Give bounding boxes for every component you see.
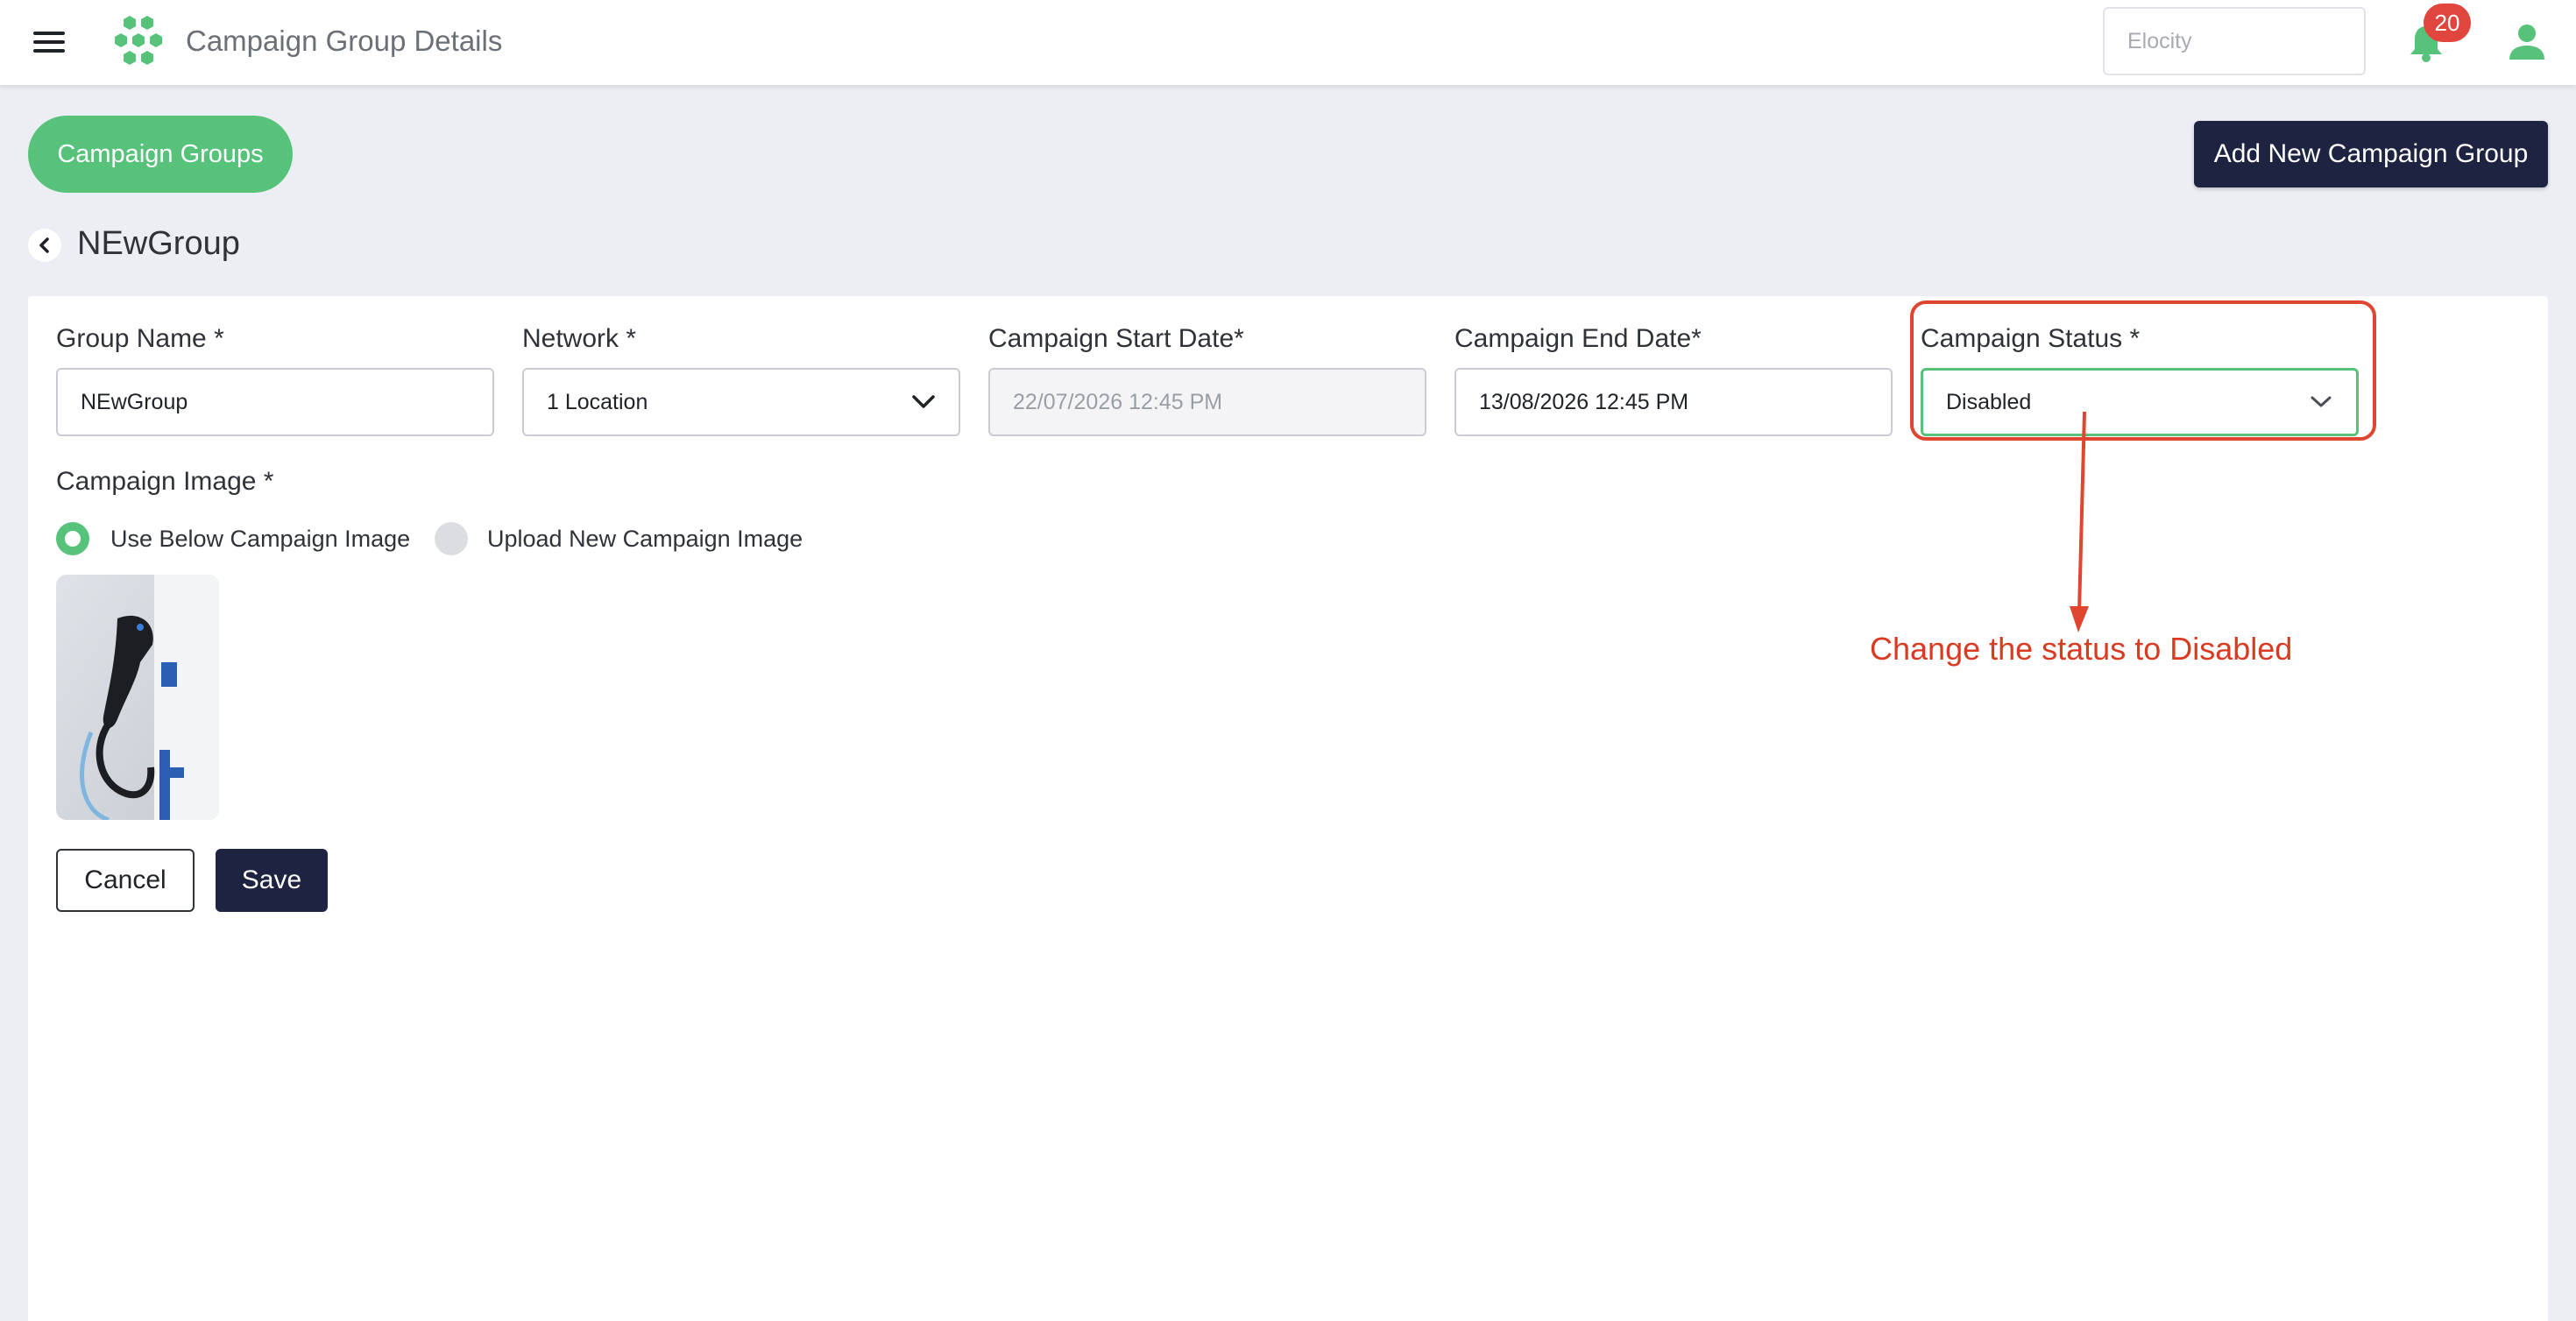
radio-upload-new-label[interactable]: Upload New Campaign Image bbox=[487, 526, 803, 553]
campaign-status-label: Campaign Status * bbox=[1921, 324, 2141, 353]
save-button[interactable]: Save bbox=[216, 849, 328, 912]
search-input[interactable] bbox=[2103, 7, 2366, 75]
network-select[interactable]: 1 Location bbox=[522, 368, 960, 436]
notification-badge[interactable]: 20 bbox=[2424, 4, 2471, 42]
hexagon-cluster-logo-icon bbox=[115, 16, 162, 65]
start-date-input bbox=[988, 368, 1426, 436]
campaign-image-thumbnail bbox=[56, 575, 219, 820]
user-icon[interactable] bbox=[2508, 23, 2546, 61]
page-title: NEwGroup bbox=[77, 225, 240, 262]
ev-charger-image bbox=[56, 575, 219, 820]
chevron-left-icon bbox=[39, 237, 49, 253]
app-title: Campaign Group Details bbox=[186, 25, 503, 57]
group-name-label: Group Name * bbox=[56, 324, 224, 353]
campaign-status-value: Disabled bbox=[1946, 389, 2032, 414]
start-date-label: Campaign Start Date* bbox=[988, 324, 1244, 353]
back-button[interactable] bbox=[28, 229, 61, 262]
radio-use-existing-label[interactable]: Use Below Campaign Image bbox=[110, 526, 410, 553]
annotation-text: Change the status to Disabled bbox=[1870, 631, 2293, 667]
chevron-down-icon bbox=[912, 395, 935, 408]
chevron-down-icon bbox=[2311, 396, 2332, 407]
network-label: Network * bbox=[522, 324, 637, 353]
top-bar: Campaign Group Details 20 bbox=[0, 0, 2576, 85]
add-new-campaign-group-button[interactable]: Add New Campaign Group bbox=[2194, 121, 2548, 187]
network-select-value: 1 Location bbox=[547, 389, 648, 414]
radio-use-existing-image[interactable] bbox=[56, 522, 89, 555]
form-card bbox=[28, 296, 2548, 1321]
end-date-input[interactable] bbox=[1454, 368, 1893, 436]
cancel-button[interactable]: Cancel bbox=[56, 849, 195, 912]
campaign-status-select[interactable]: Disabled bbox=[1921, 368, 2359, 436]
radio-upload-new-image[interactable] bbox=[435, 522, 468, 555]
group-name-input[interactable] bbox=[56, 368, 494, 436]
campaign-image-label: Campaign Image * bbox=[56, 467, 274, 496]
campaign-groups-button[interactable]: Campaign Groups bbox=[28, 116, 293, 193]
hamburger-menu-icon[interactable] bbox=[32, 28, 67, 56]
end-date-label: Campaign End Date* bbox=[1454, 324, 1702, 353]
